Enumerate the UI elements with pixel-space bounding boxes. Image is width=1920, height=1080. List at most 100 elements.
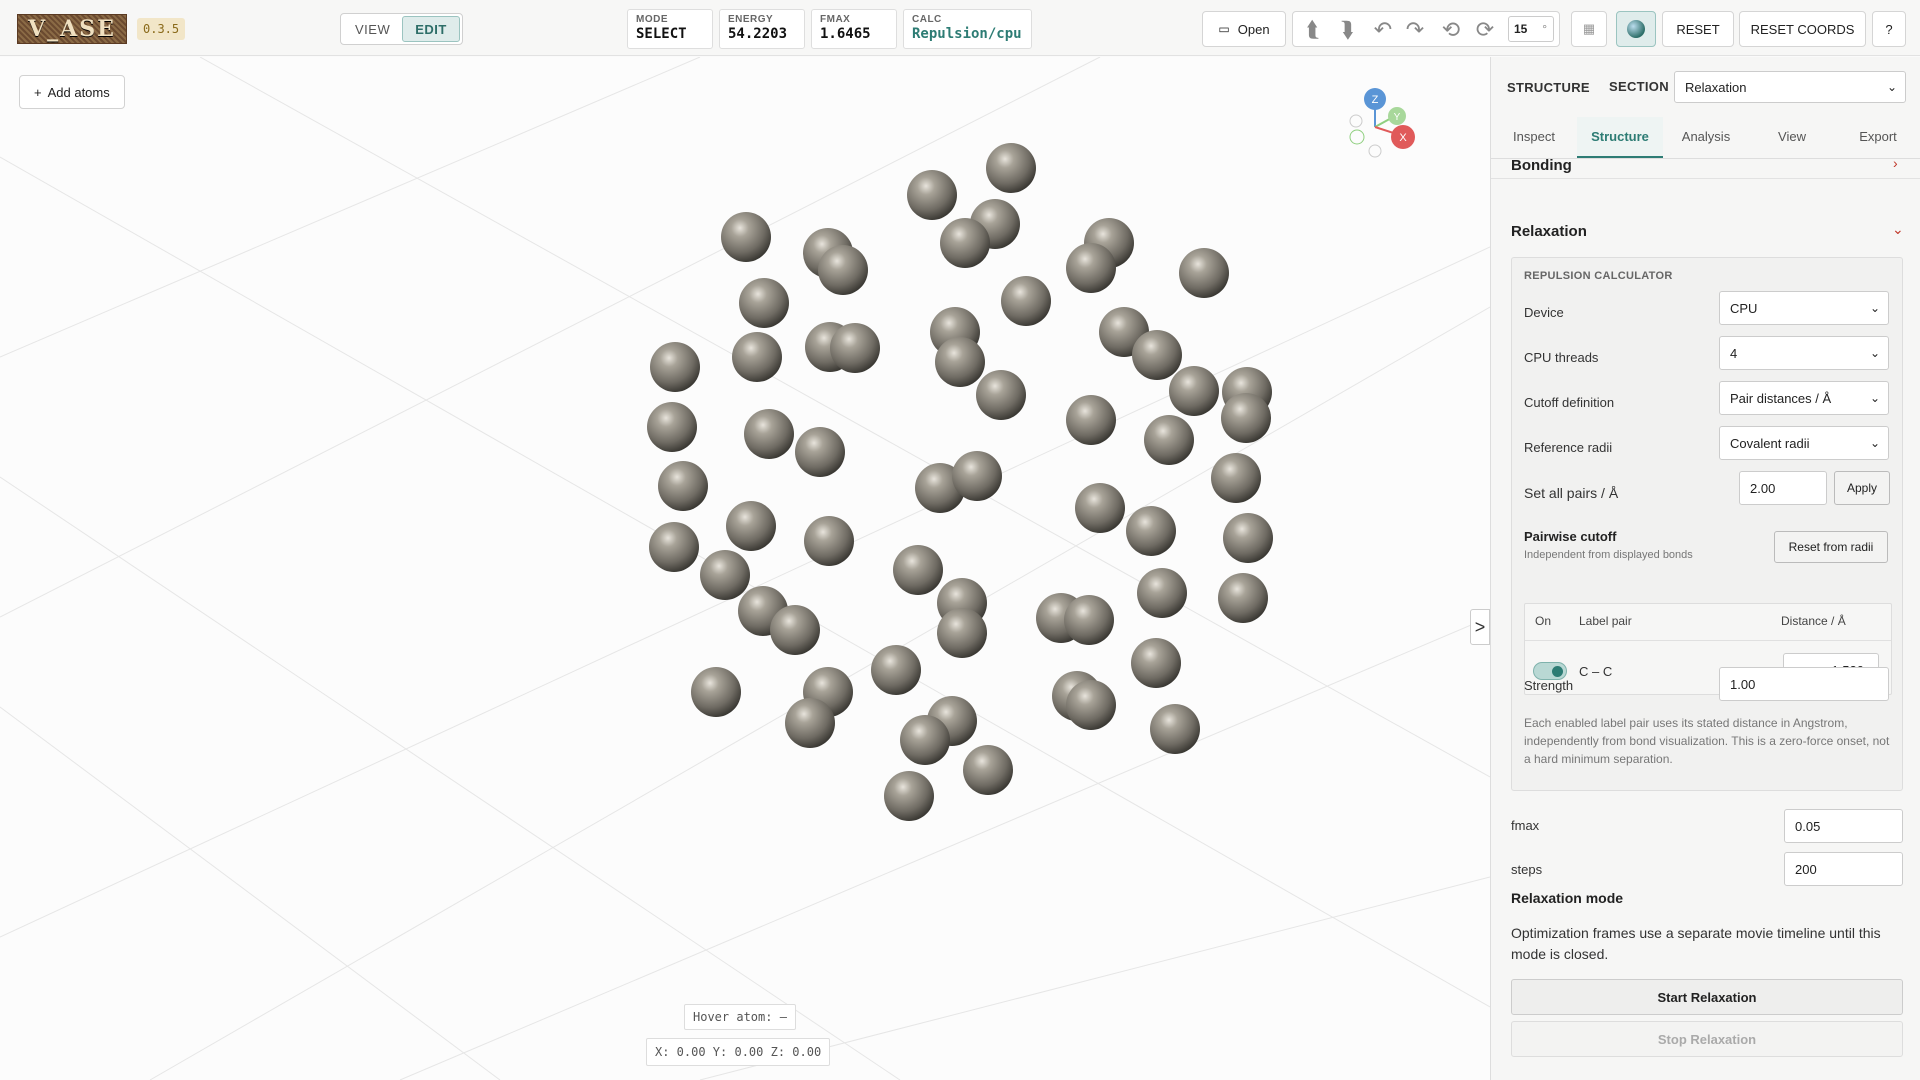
section-heading: SECTION [1609,79,1669,94]
strength-input[interactable]: 1.00 [1719,667,1889,701]
atom[interactable] [940,218,990,268]
atom[interactable] [830,323,880,373]
rotate-right-icon[interactable]: ↷ [1403,18,1427,42]
open-button[interactable]: ▭ Open [1202,11,1286,47]
atom[interactable] [1075,483,1125,533]
cpu-threads-select[interactable]: 4 ⌄ [1719,336,1889,370]
atom[interactable] [937,608,987,658]
atom[interactable] [1169,366,1219,416]
edit-mode-button[interactable]: EDIT [402,16,460,42]
reference-radii-select[interactable]: Covalent radii ⌄ [1719,426,1889,460]
atom[interactable] [1218,573,1268,623]
atom[interactable] [700,550,750,600]
add-atoms-button[interactable]: + Add atoms [19,75,125,109]
mode-stat: MODE SELECT [627,9,713,49]
atom[interactable] [721,212,771,262]
z-axis-label: Z [1372,94,1379,106]
atom[interactable] [770,605,820,655]
atom[interactable] [1221,393,1271,443]
atom[interactable] [804,516,854,566]
bonding-section-header[interactable]: Bonding [1511,157,1572,174]
atom[interactable] [818,245,868,295]
atom[interactable] [1066,395,1116,445]
atom[interactable] [884,771,934,821]
axis-gizmo[interactable]: Z Y X [1335,81,1415,161]
atom[interactable] [650,342,700,392]
atom[interactable] [986,143,1036,193]
atom[interactable] [785,698,835,748]
atom[interactable] [658,461,708,511]
atom[interactable] [935,337,985,387]
atom[interactable] [1066,680,1116,730]
apply-button[interactable]: Apply [1834,471,1890,505]
collapse-sidebar-button[interactable]: > [1470,609,1490,645]
repulsion-calculator-panel: REPULSION CALCULATOR Device CPU ⌄ CPU thr… [1511,257,1903,791]
tilt-down-icon[interactable]: ⮯ [1335,18,1359,42]
relaxation-section-header[interactable]: Relaxation [1511,223,1587,240]
tab-view[interactable]: View [1749,117,1835,158]
atom[interactable] [1001,276,1051,326]
spin-ccw-icon[interactable]: ⟲ [1439,18,1463,42]
rotation-step-input[interactable]: 15 ° [1508,16,1554,42]
set-all-pairs-input[interactable]: 2.00 [1739,471,1827,505]
device-select[interactable]: CPU ⌄ [1719,291,1889,325]
help-button[interactable]: ? [1872,11,1906,47]
pair-label: C – C [1579,664,1613,679]
atom[interactable] [691,667,741,717]
start-relaxation-button[interactable]: Start Relaxation [1511,979,1903,1015]
atom[interactable] [1137,568,1187,618]
atom[interactable] [893,545,943,595]
tab-inspect[interactable]: Inspect [1491,117,1577,158]
atom[interactable] [1132,330,1182,380]
spin-cw-icon[interactable]: ⟳ [1473,18,1497,42]
atom[interactable] [647,402,697,452]
atom[interactable] [726,501,776,551]
atom[interactable] [976,370,1026,420]
divider [1491,178,1920,179]
atom[interactable] [649,522,699,572]
tab-analysis[interactable]: Analysis [1663,117,1749,158]
atom[interactable] [1223,513,1273,563]
reset-from-radii-button[interactable]: Reset from radii [1774,531,1888,563]
reset-button[interactable]: RESET [1662,11,1734,47]
chevron-right-icon[interactable]: › [1893,155,1898,171]
atom[interactable] [739,278,789,328]
atom[interactable] [795,427,845,477]
device-label: Device [1524,305,1564,320]
atom[interactable] [732,332,782,382]
3d-viewport[interactable]: + Add atoms Z Y X Hover atom: – X: 0.00 … [0,57,1490,1080]
calculator-note: Each enabled label pair uses its stated … [1524,716,1890,766]
chevron-down-icon[interactable]: ⌄ [1892,221,1904,238]
atom[interactable] [1064,595,1114,645]
x-axis-label: X [1399,132,1407,144]
atom[interactable] [1150,704,1200,754]
atom[interactable] [1179,248,1229,298]
atom[interactable] [963,745,1013,795]
tilt-up-icon[interactable]: ⮬ [1301,18,1325,42]
atom[interactable] [871,645,921,695]
steps-input[interactable]: 200 [1784,852,1903,886]
chevron-down-icon: ⌄ [1886,80,1897,94]
atom[interactable] [744,409,794,459]
section-select[interactable]: Relaxation ⌄ [1674,71,1906,103]
atom[interactable] [1144,415,1194,465]
atom[interactable] [900,715,950,765]
atom[interactable] [907,170,957,220]
fmax-input[interactable]: 0.05 [1784,809,1903,843]
reset-coords-button[interactable]: RESET COORDS [1739,11,1866,47]
atom[interactable] [1066,243,1116,293]
atom-structure[interactable] [0,57,1490,1080]
folder-icon: ▭ [1218,22,1230,36]
atom[interactable] [1131,638,1181,688]
render-style-button[interactable] [1616,11,1656,47]
rotate-left-icon[interactable]: ↶ [1371,18,1395,42]
grid-toggle-button[interactable]: ▦ [1571,11,1607,47]
stop-relaxation-button[interactable]: Stop Relaxation [1511,1021,1903,1057]
atom[interactable] [1126,506,1176,556]
cutoff-definition-select[interactable]: Pair distances / Å ⌄ [1719,381,1889,415]
tab-export[interactable]: Export [1835,117,1920,158]
view-mode-button[interactable]: VIEW [343,16,402,42]
atom[interactable] [1211,453,1261,503]
tab-structure[interactable]: Structure [1577,117,1663,158]
atom[interactable] [952,451,1002,501]
